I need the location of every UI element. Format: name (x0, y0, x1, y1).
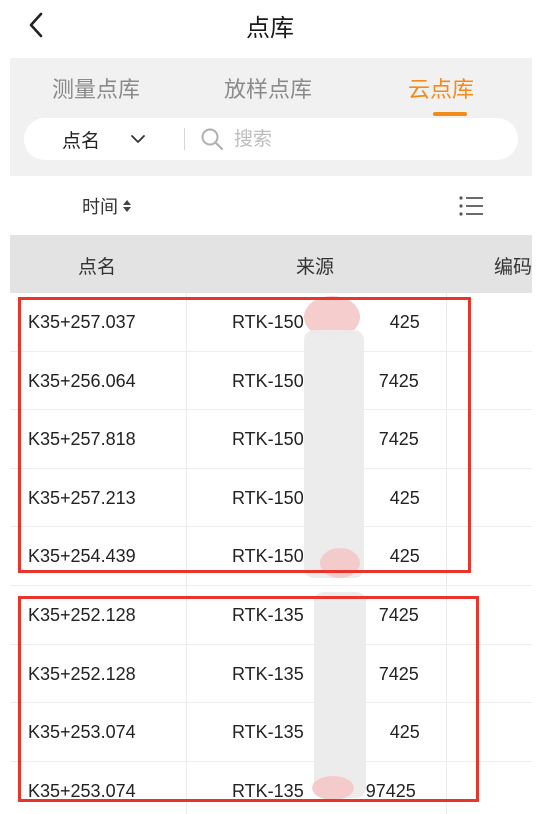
cell-point-name: K35+254.439 (28, 546, 136, 566)
redaction-blur (304, 330, 364, 578)
cell-point-name: K35+252.128 (28, 605, 136, 625)
cell-point-name: K35+253.074 (28, 780, 136, 801)
search-bar: 点名 (24, 118, 518, 160)
source-prefix: RTK-150 (232, 429, 304, 449)
column-divider (186, 468, 187, 526)
column-divider (186, 410, 187, 468)
column-divider (446, 527, 447, 585)
column-divider (446, 644, 447, 702)
cell-point-name: K35+257.818 (28, 429, 136, 449)
column-divider (446, 410, 447, 468)
table-row[interactable]: K35+252.128 RTK-135 7425 (10, 644, 532, 703)
search-divider (184, 128, 185, 150)
source-prefix: RTK-135 (232, 605, 304, 625)
search-field-label: 点名 (62, 129, 101, 152)
source-suffix: 7425 (378, 605, 419, 625)
column-divider (186, 586, 187, 644)
source-prefix: RTK-135 (232, 722, 304, 742)
source-suffix: 425 (389, 487, 420, 508)
table-row[interactable]: K35+252.128 RTK-135 7425 (10, 586, 532, 645)
tabs-search-panel: 测量点库 放样点库 云点库 点名 (10, 58, 532, 176)
search-field-select[interactable]: 点名 (62, 127, 146, 152)
sort-icon (123, 200, 131, 212)
cell-point-name: K35+257.037 (28, 312, 136, 332)
redaction-blur (314, 592, 366, 798)
search-input[interactable] (234, 124, 504, 154)
table-row[interactable]: K35+253.074 RTK-135 97425 (10, 761, 532, 814)
source-prefix: RTK-150 (232, 487, 304, 508)
table-row[interactable]: K35+256.064 RTK-150 7425 (10, 351, 532, 410)
search-icon (201, 128, 224, 151)
sort-by-time-button[interactable]: 时间 (82, 193, 132, 219)
source-suffix: 7425 (378, 429, 419, 449)
source-suffix: 7425 (378, 370, 419, 391)
source-suffix: 425 (389, 722, 420, 742)
column-divider (186, 761, 187, 814)
table-row[interactable]: K35+257.213 RTK-150 425 (10, 468, 532, 527)
cell-point-name: K35+257.213 (28, 487, 136, 508)
top-bar: 点库 (0, 0, 540, 52)
column-divider (446, 293, 447, 351)
column-divider (186, 351, 187, 409)
table-row[interactable]: K35+254.439 RTK-150 425 (10, 527, 532, 586)
list-icon[interactable] (458, 194, 484, 218)
table-row[interactable]: K35+257.037 RTK-150 425 (10, 293, 532, 352)
column-divider (446, 586, 447, 644)
column-divider (186, 527, 187, 585)
redaction-blur (312, 776, 354, 800)
source-prefix: RTK-150 (232, 546, 304, 566)
column-header-code[interactable]: 编码 (494, 252, 532, 279)
table-row[interactable]: K35+257.818 RTK-150 7425 (10, 410, 532, 469)
redaction-blur (320, 548, 360, 578)
active-tab-indicator (433, 112, 467, 116)
column-divider (186, 293, 187, 351)
tab-stakeout-points[interactable]: 放样点库 (224, 72, 312, 112)
chevron-down-icon (131, 135, 145, 143)
tab-cloud-points[interactable]: 云点库 (408, 72, 474, 112)
source-suffix: 425 (389, 312, 420, 332)
column-divider (446, 468, 447, 526)
source-suffix: 425 (389, 546, 420, 566)
column-divider (186, 703, 187, 761)
page-title: 点库 (246, 14, 294, 42)
source-suffix: 7425 (378, 663, 419, 684)
column-header-source[interactable]: 来源 (296, 252, 334, 279)
cell-point-name: K35+256.064 (28, 370, 136, 391)
table-row[interactable]: K35+253.074 RTK-135 425 (10, 703, 532, 762)
table-body: K35+257.037 RTK-150 425 K35+256.064 RTK-1… (10, 293, 532, 814)
column-divider (446, 761, 447, 814)
source-prefix: RTK-150 (232, 370, 304, 391)
source-prefix: RTK-135 (232, 663, 304, 684)
column-header-name[interactable]: 点名 (78, 252, 116, 279)
cell-point-name: K35+252.128 (28, 663, 136, 684)
table-header: 点名 来源 编码 (10, 235, 532, 293)
tab-survey-points[interactable]: 测量点库 (52, 72, 140, 112)
source-prefix: RTK-150 (232, 312, 304, 332)
column-divider (446, 351, 447, 409)
source-prefix: RTK-135 (232, 780, 304, 801)
column-divider (186, 644, 187, 702)
column-divider (446, 703, 447, 761)
cell-point-name: K35+253.074 (28, 722, 136, 742)
source-suffix: 97425 (365, 780, 416, 801)
sort-label: 时间 (82, 197, 118, 218)
